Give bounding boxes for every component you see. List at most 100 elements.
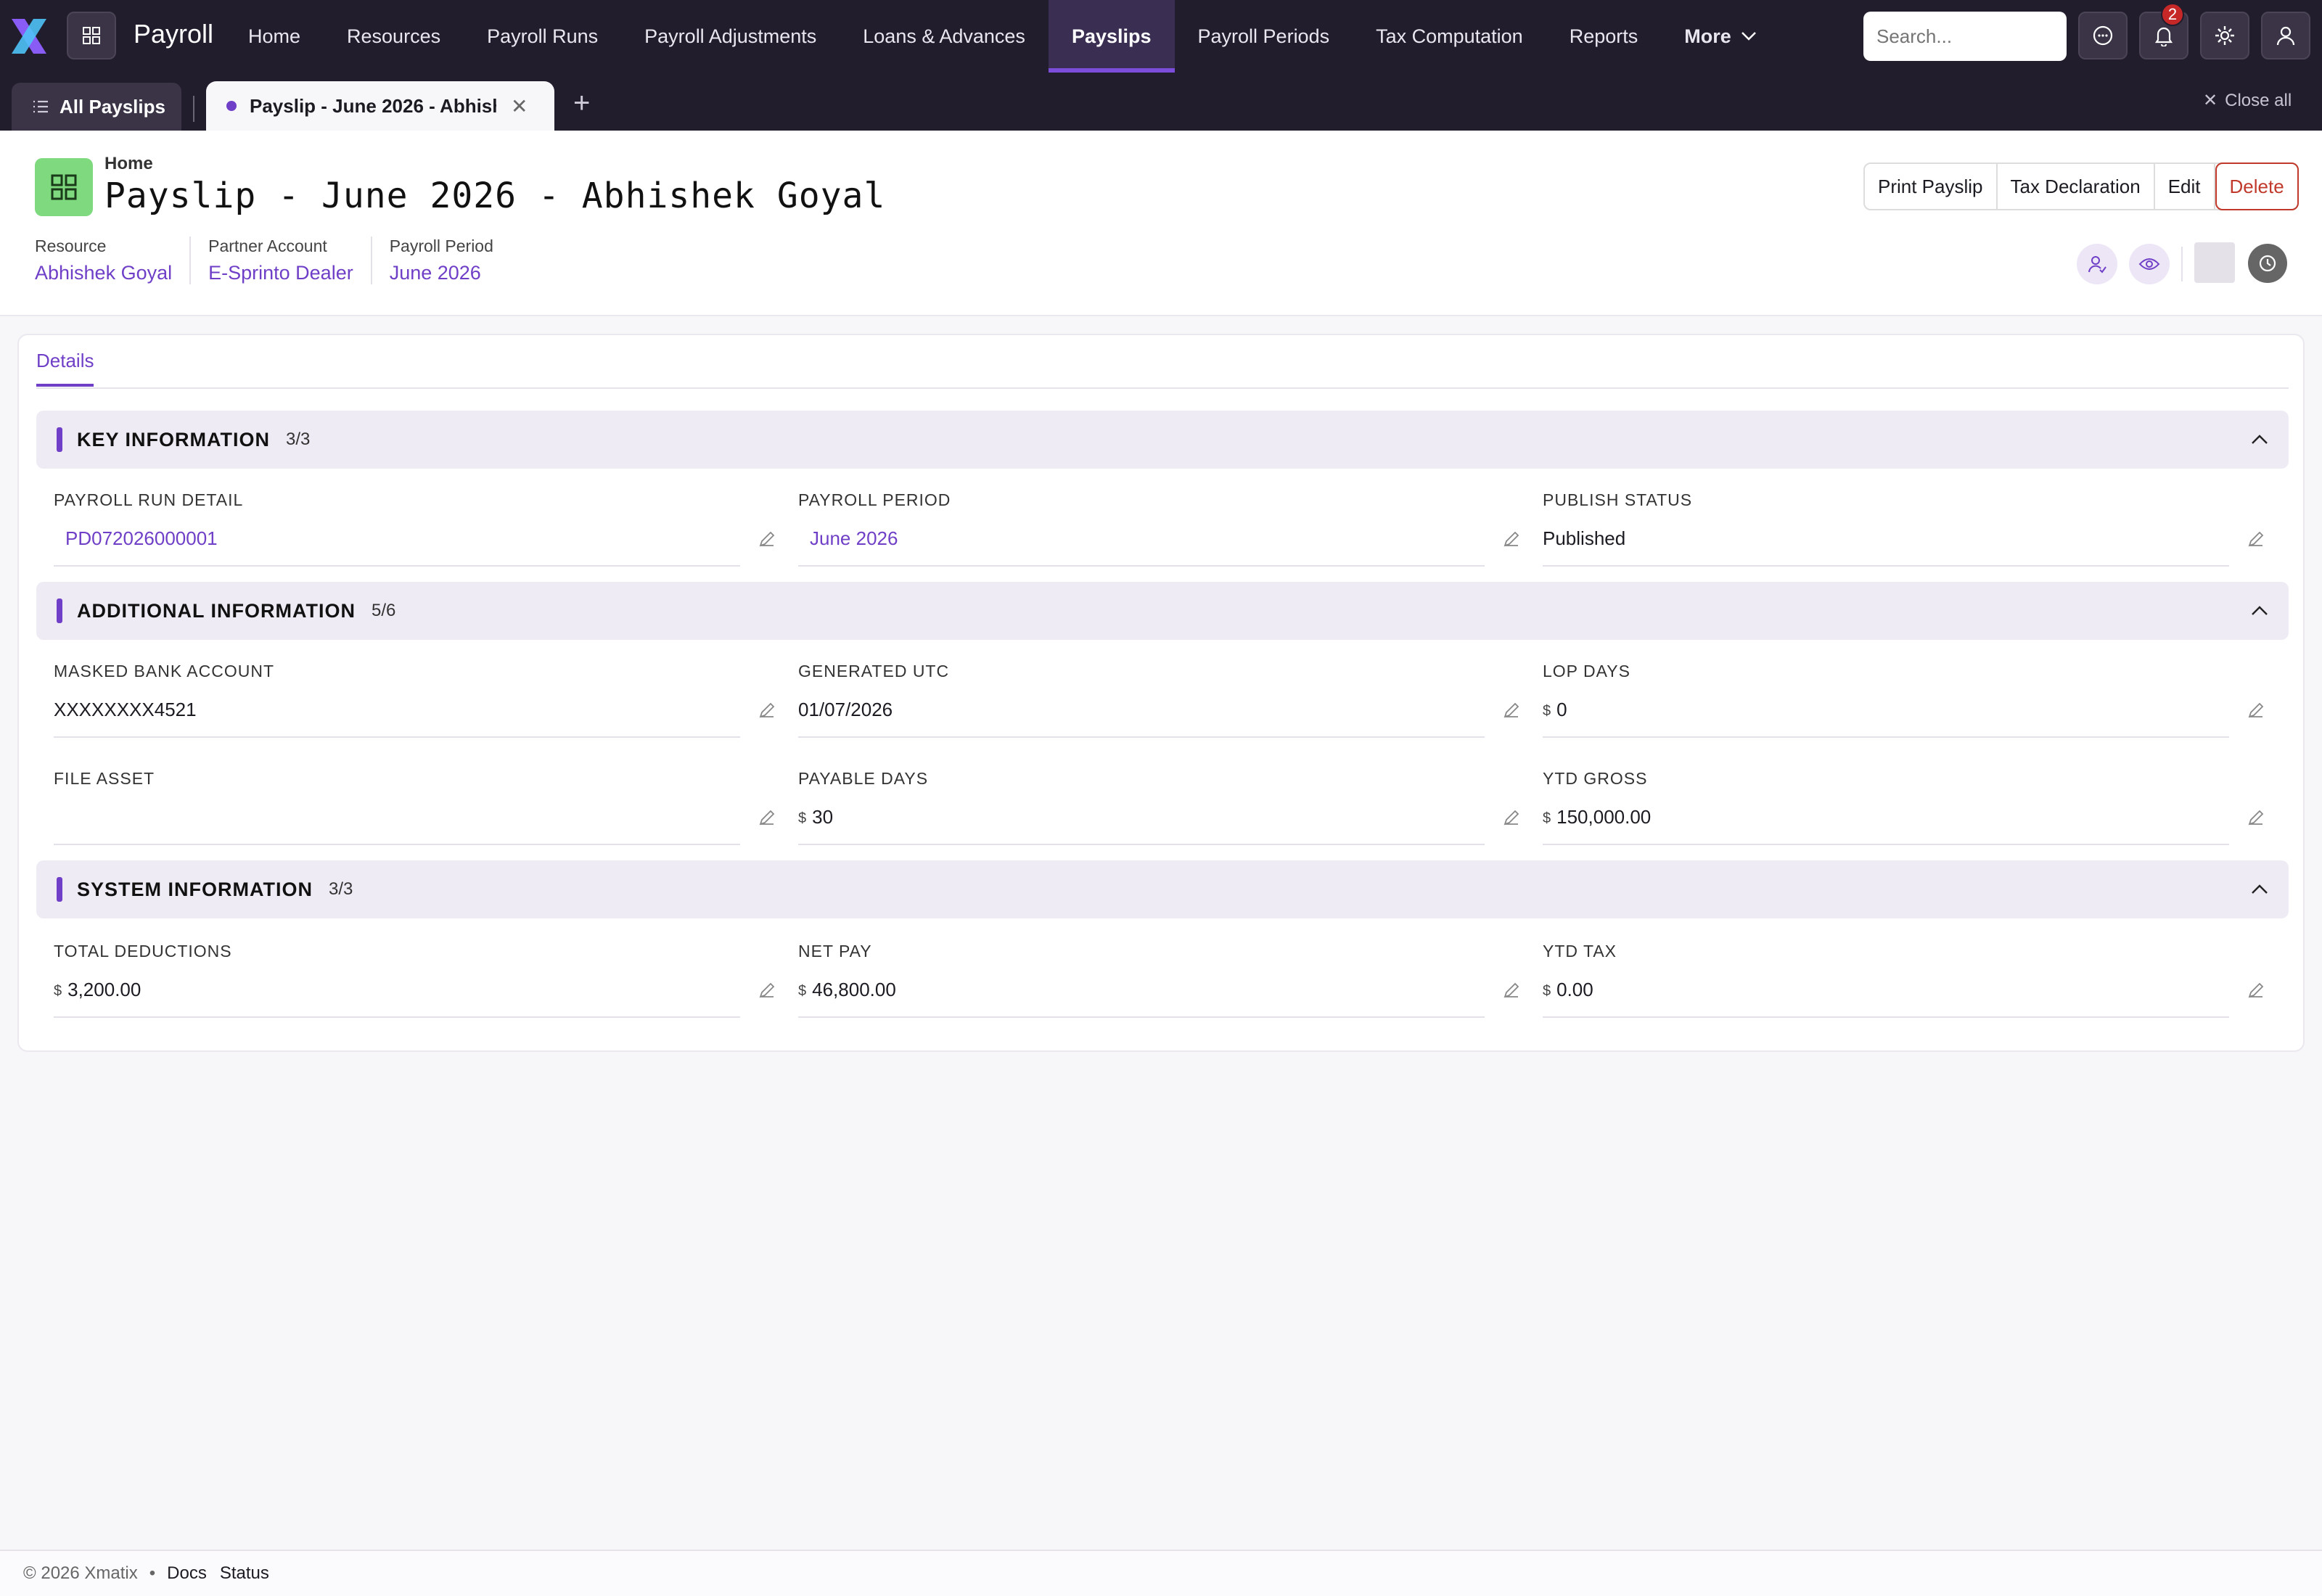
pencil-icon[interactable] [1502, 981, 1521, 1000]
eye-icon [2138, 258, 2160, 270]
total-deductions-input[interactable]: $ 3,200.00 [54, 974, 740, 1018]
publish-status-value[interactable]: Published [1543, 523, 2229, 567]
generated-utc-value[interactable]: 01/07/2026 [798, 694, 1485, 738]
chat-button[interactable] [2078, 12, 2128, 59]
chevron-up-icon[interactable] [2249, 429, 2270, 450]
close-all-tabs-button[interactable]: ✕ Close all [2203, 90, 2292, 111]
meta-payroll-period-link[interactable]: June 2026 [390, 262, 493, 284]
tax-declaration-button[interactable]: Tax Declaration [1998, 164, 2155, 209]
bell-icon [2154, 27, 2173, 46]
ytd-tax-input[interactable]: $ 0.00 [1543, 974, 2229, 1018]
tab-details[interactable]: Details [36, 350, 94, 387]
meta-resource-link[interactable]: Abhishek Goyal [35, 262, 172, 284]
follow-button[interactable] [2077, 244, 2117, 284]
watch-button[interactable] [2129, 244, 2170, 284]
payslip-module-icon [35, 158, 93, 216]
currency-prefix: $ [798, 983, 807, 999]
close-all-label: Close all [2225, 90, 2292, 110]
tab-all-payslips-label: All Payslips [60, 95, 165, 118]
status-link[interactable]: Status [220, 1563, 269, 1584]
currency-prefix: $ [798, 810, 807, 826]
gear-icon [2215, 26, 2234, 45]
ytd-gross-value: 150,000.00 [1556, 806, 1652, 828]
nav-payroll-adjustments[interactable]: Payroll Adjustments [621, 0, 840, 73]
chevron-up-icon[interactable] [2249, 601, 2270, 621]
breadcrumb[interactable]: Home [104, 154, 153, 174]
section-additional-information[interactable]: ADDITIONAL INFORMATION 5/6 [36, 582, 2289, 640]
pencil-icon[interactable] [758, 808, 776, 827]
nav-resources[interactable]: Resources [324, 0, 464, 73]
tab-payslip-record[interactable]: Payslip - June 2026 - Abhishek Goyal ✕ [206, 81, 554, 131]
pencil-icon[interactable] [1502, 701, 1521, 720]
app-launcher-button[interactable] [67, 12, 116, 59]
chevron-up-icon[interactable] [2249, 879, 2270, 900]
history-button[interactable] [2248, 244, 2287, 283]
docs-link[interactable]: Docs [167, 1563, 207, 1584]
notifications-button[interactable]: 2 [2139, 3, 2188, 59]
masked-bank-account-value[interactable]: XXXXXXXX4521 [54, 694, 740, 738]
pencil-icon[interactable] [758, 981, 776, 1000]
pencil-icon[interactable] [2247, 981, 2265, 1000]
field-label: PAYABLE DAYS [798, 769, 929, 788]
section-title: ADDITIONAL INFORMATION [77, 599, 356, 622]
close-icon[interactable]: ✕ [511, 94, 528, 118]
record-tab-strip: All Payslips Payslip - June 2026 - Abhis… [0, 73, 2322, 131]
print-payslip-button[interactable]: Print Payslip [1865, 164, 1998, 209]
meta-partner-account-link[interactable]: E-Sprinto Dealer [208, 262, 353, 284]
delete-button[interactable]: Delete [2215, 163, 2299, 210]
pencil-icon[interactable] [758, 701, 776, 720]
chat-icon [2093, 25, 2113, 46]
lop-days-value: 0 [1556, 699, 1567, 720]
xmatix-logo[interactable] [9, 16, 49, 57]
lop-days-input[interactable]: $ 0 [1543, 694, 2229, 738]
field-label: NET PAY [798, 942, 872, 961]
currency-prefix: $ [1543, 810, 1551, 826]
nav-more[interactable]: More [1661, 0, 1781, 73]
field-label: PAYROLL PERIOD [798, 490, 951, 509]
pencil-icon[interactable] [2247, 530, 2265, 548]
details-card: Details KEY INFORMATION 3/3 PAYROLL RUN … [17, 334, 2305, 1052]
pencil-icon[interactable] [2247, 808, 2265, 827]
file-asset-value[interactable] [54, 802, 740, 845]
settings-button[interactable] [2200, 12, 2249, 59]
nav-payroll-periods[interactable]: Payroll Periods [1175, 0, 1353, 73]
add-tab-button[interactable]: + [573, 87, 590, 120]
section-key-information[interactable]: KEY INFORMATION 3/3 [36, 411, 2289, 469]
ytd-tax-value: 0.00 [1556, 979, 1593, 1000]
pencil-icon[interactable] [1502, 808, 1521, 827]
copyright-text: © 2026 Xmatix [23, 1563, 138, 1583]
pencil-icon[interactable] [2247, 701, 2265, 720]
field-payroll-run-detail: PAYROLL RUN DETAIL PD072026000001 [54, 490, 776, 567]
net-pay-value: 46,800.00 [812, 979, 896, 1000]
edit-button[interactable]: Edit [2155, 164, 2215, 209]
nav-more-label: More [1684, 25, 1731, 47]
chevron-down-icon [1741, 32, 1756, 41]
search-input[interactable] [1863, 12, 2067, 61]
nav-tax-computation[interactable]: Tax Computation [1353, 0, 1546, 73]
section-count: 3/3 [286, 429, 311, 449]
nav-home[interactable]: Home [225, 0, 324, 73]
nav-reports[interactable]: Reports [1546, 0, 1662, 73]
meta-partner-account-label: Partner Account [208, 236, 327, 255]
tab-all-payslips[interactable]: All Payslips [12, 83, 181, 131]
record-color-swatch[interactable] [2194, 242, 2235, 283]
field-label: GENERATED UTC [798, 662, 950, 680]
user-menu-button[interactable] [2261, 12, 2310, 59]
field-generated-utc: GENERATED UTC 01/07/2026 [798, 662, 1521, 738]
user-icon [2276, 26, 2295, 46]
pencil-icon[interactable] [758, 530, 776, 548]
field-file-asset: FILE ASSET [54, 769, 776, 845]
nav-payslips[interactable]: Payslips [1048, 0, 1175, 73]
nav-loans-advances[interactable]: Loans & Advances [840, 0, 1049, 73]
section-count: 3/3 [329, 879, 353, 899]
payable-days-input[interactable]: $ 30 [798, 802, 1485, 845]
detail-tabs: Details [36, 335, 2289, 389]
section-system-information[interactable]: SYSTEM INFORMATION 3/3 [36, 860, 2289, 918]
net-pay-input[interactable]: $ 46,800.00 [798, 974, 1485, 1018]
nav-payroll-runs[interactable]: Payroll Runs [464, 0, 621, 73]
payroll-run-detail-link[interactable]: PD072026000001 [54, 523, 740, 567]
ytd-gross-input[interactable]: $ 150,000.00 [1543, 802, 2229, 845]
pencil-icon[interactable] [1502, 530, 1521, 548]
payroll-period-link[interactable]: June 2026 [798, 523, 1485, 567]
user-follow-icon [2088, 256, 2106, 273]
